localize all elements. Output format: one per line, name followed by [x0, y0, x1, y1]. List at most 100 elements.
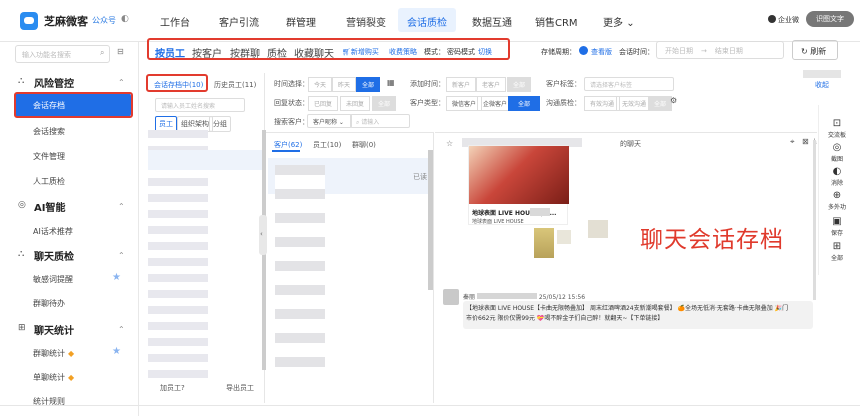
star-icon[interactable]: ★ — [112, 346, 121, 357]
export-employee-link[interactable]: 导出员工 — [226, 383, 254, 393]
collapse-link[interactable]: 收起 — [815, 80, 829, 90]
divider — [435, 132, 817, 133]
sidebar-item-group-stats[interactable]: 群聊统计 ◆ — [33, 348, 74, 359]
nav-tab-crm[interactable]: 销售CRM — [535, 14, 578, 29]
tool-clear-label: 消除 — [830, 180, 843, 187]
status-replied[interactable]: 已回复 — [308, 96, 339, 111]
nav-tab-more[interactable]: 更多 ⌄ — [603, 14, 635, 29]
add-time-all[interactable]: 全部 — [507, 77, 532, 92]
enterprise-account[interactable]: 企业微 — [768, 15, 799, 25]
tool-board-label: 交流板 — [827, 132, 846, 139]
tag-icon[interactable]: ⌖ — [790, 137, 795, 147]
export-icon[interactable]: ⊠ — [802, 137, 809, 146]
tool-clear[interactable]: ◐ 消除 — [822, 166, 852, 187]
customer-type-label: 客户类型： — [410, 99, 445, 107]
nav-tab-session-qc[interactable]: 会话质检 — [398, 8, 456, 32]
sidebar-search-input[interactable]: 输入功能名搜索 — [15, 45, 110, 63]
employee-selected-row[interactable] — [148, 150, 266, 170]
chevron-up-icon[interactable]: ⌃ — [118, 78, 125, 87]
tool-board[interactable]: ⊡ 交流板 — [822, 118, 852, 139]
star-icon[interactable]: ★ — [112, 272, 121, 283]
sender-blur — [476, 293, 537, 299]
date-range-input[interactable]: 开始日期 → 结束日期 — [656, 41, 784, 59]
customer-tag-select[interactable]: 请选择客户标签 — [584, 77, 674, 91]
chevron-left-icon[interactable]: ‹ — [260, 230, 263, 238]
status-label: 回复状态： — [274, 99, 309, 107]
sidebar-item-single-stats[interactable]: 单聊统计 ◆ — [33, 372, 74, 383]
nav-tab-marketing[interactable]: 营销裂变 — [346, 14, 386, 29]
nav-tab-lead[interactable]: 客户引流 — [219, 14, 259, 29]
tool-save[interactable]: ▣ 保存 — [822, 216, 852, 237]
nav-tab-workbench[interactable]: 工作台 — [160, 14, 190, 29]
chat-list-scrollbar[interactable] — [428, 150, 433, 290]
bottom-divider — [0, 405, 860, 406]
plus-circle-icon: ⊕ — [832, 190, 842, 201]
add-employee-link[interactable]: 加员工? — [160, 383, 185, 393]
chat-qc-icon: ⛬ — [18, 249, 25, 259]
top-bar: 芝麻微客 公众号 ◐ 工作台 客户引流 群管理 营销裂变 会话质检 数据互通 销… — [0, 0, 860, 42]
add-time-old[interactable]: 老客户 — [476, 77, 507, 92]
layout-icon[interactable]: ⊟ — [117, 47, 124, 56]
time-all[interactable]: 全部 — [356, 77, 381, 92]
refresh-icon: ↻ — [801, 47, 808, 56]
tool-all[interactable]: ⊞ 全部 — [822, 241, 852, 262]
calendar-icon[interactable]: ▦ — [387, 78, 395, 87]
section-risk-control[interactable]: 风险管控 — [34, 75, 74, 90]
section-ai[interactable]: AI智能 — [34, 199, 65, 214]
mini-program-card[interactable]: 地球表面 LIVE HOUSE | [ ... 地球表面 LIVE HOUSE — [468, 145, 569, 225]
tool-screenshot-label: 截图 — [830, 156, 843, 163]
add-time-new[interactable]: 新客户 — [446, 77, 477, 92]
message-sender: 秦丽 25/05/12 15:56 — [463, 292, 585, 301]
search-customer-label: 搜索客户： — [274, 118, 309, 126]
nav-tab-data[interactable]: 数据互通 — [472, 14, 512, 29]
status-all[interactable]: 全部 — [372, 96, 397, 111]
time-yesterday[interactable]: 昨天 — [332, 77, 357, 92]
employee-search-input[interactable]: 请输入员工姓名搜索 — [155, 98, 245, 112]
message-line-1: 【地球表面 LIVE HOUSE【卡曲无限畅叠加】 周末红酒啤酒24支新潮喝套餐… — [466, 305, 789, 312]
sidebar-item-group-todo[interactable]: 群聊待办 — [33, 298, 65, 309]
theme-toggle-icon[interactable]: ◐ — [121, 14, 129, 24]
section-chat-stats[interactable]: 聊天统计 — [34, 322, 74, 337]
chat-stats-icon: ⊞ — [18, 323, 26, 333]
nav-tab-group[interactable]: 群管理 — [286, 14, 316, 29]
app-root: 芝麻微客 公众号 ◐ 工作台 客户引流 群管理 营销裂变 会话质检 数据互通 销… — [0, 0, 860, 416]
quality-invalid[interactable]: 无效沟通 — [616, 96, 653, 111]
save-icon: ▣ — [832, 216, 842, 227]
chevron-up-icon[interactable]: ⌃ — [118, 202, 125, 211]
tab-history-employees[interactable]: 历史员工(11) — [214, 80, 256, 90]
chat-scrollbar[interactable] — [813, 140, 816, 300]
customer-search-placeholder: 请输入 — [361, 119, 380, 126]
search-field-select[interactable]: 客户昵称 ⌄ — [307, 114, 352, 128]
sidebar-item-sensitive[interactable]: 敏感词提醒 — [33, 274, 73, 285]
card-image — [469, 146, 569, 204]
star-outline-icon[interactable]: ☆ — [446, 139, 453, 148]
sidebar-item-session-search[interactable]: 会话搜索 — [33, 126, 65, 137]
status-unreplied[interactable]: 未回复 — [340, 96, 371, 111]
quality-all[interactable]: 全部 — [648, 96, 673, 111]
type-all[interactable]: 全部 — [508, 96, 541, 111]
chevron-up-icon[interactable]: ⌃ — [118, 251, 125, 260]
chat-list-items[interactable] — [275, 165, 325, 380]
settings-icon[interactable]: ⚙ — [670, 96, 677, 105]
quality-valid[interactable]: 有效沟通 — [584, 96, 621, 111]
refresh-label: 刷新 — [810, 47, 827, 56]
card-subtitle: 地球表面 LIVE HOUSE — [472, 219, 524, 225]
storage-radio[interactable] — [579, 46, 588, 55]
chip-group[interactable]: 分组 — [209, 116, 231, 132]
app-name: 芝麻微客 — [44, 15, 88, 28]
time-today[interactable]: 今天 — [308, 77, 333, 92]
search-icon[interactable]: ⌕ — [100, 48, 104, 58]
sidebar-item-file-manage[interactable]: 文件管理 — [33, 151, 65, 162]
tool-screenshot[interactable]: ◎ 截图 — [822, 142, 852, 163]
read-status: 已读 — [413, 173, 427, 181]
storage-value: 查看版 — [591, 48, 612, 56]
sidebar-item-manual-qc[interactable]: 人工质检 — [33, 176, 65, 187]
refresh-button[interactable]: ↻ 刷新 — [792, 40, 838, 60]
official-account-link[interactable]: 公众号 — [92, 15, 116, 26]
sidebar-item-ai-script[interactable]: AI话术推荐 — [33, 226, 73, 237]
tool-more[interactable]: ⊕ 多外功 — [822, 190, 852, 211]
chevron-up-icon[interactable]: ⌃ — [118, 325, 125, 334]
section-chat-qc[interactable]: 聊天质检 — [34, 248, 74, 263]
ocr-button[interactable]: 识图文字 — [806, 11, 854, 27]
customer-search-input[interactable]: ⌕ 请输入 — [350, 114, 410, 128]
